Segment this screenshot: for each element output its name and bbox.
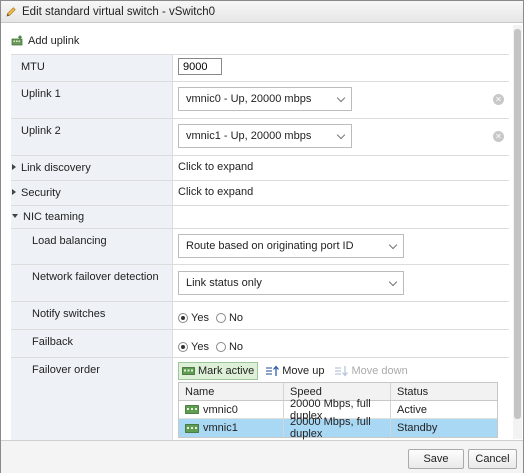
uplink1-row: Uplink 1 vmnic0 - Up, 20000 mbps ✕ <box>11 82 509 119</box>
link-discovery-row[interactable]: Link discovery Click to expand <box>11 156 509 181</box>
security-label: Security <box>21 187 61 199</box>
nic-teaming-row[interactable]: NIC teaming <box>11 206 509 229</box>
nic-icon <box>185 405 199 414</box>
uplink2-row: Uplink 2 vmnic1 - Up, 20000 mbps ✕ <box>11 119 509 156</box>
notify-switches-radio-group: Yes No <box>178 312 250 324</box>
nic-status: Standby <box>397 422 438 434</box>
scrollbar-thumb[interactable] <box>514 29 521 419</box>
security-row[interactable]: Security Click to expand <box>11 181 509 206</box>
chevron-down-icon <box>336 130 346 140</box>
mark-active-label: Mark active <box>198 365 255 377</box>
move-down-label: Move down <box>351 365 408 377</box>
load-balancing-value: Route based on originating port ID <box>186 240 354 252</box>
collapse-arrow-icon[interactable] <box>12 214 18 219</box>
link-discovery-label: Link discovery <box>21 162 91 174</box>
failover-order-label: Failover order <box>32 364 100 376</box>
expand-arrow-icon[interactable] <box>12 164 16 171</box>
failback-yes-label[interactable]: Yes <box>191 341 209 353</box>
uplink2-select[interactable]: vmnic1 - Up, 20000 mbps <box>178 124 352 148</box>
cancel-button[interactable]: Cancel <box>468 449 517 469</box>
failover-order-table: Name Speed Status vmnic0 20000 Mbps, ful… <box>178 382 498 440</box>
failover-detection-value: Link status only <box>186 277 262 289</box>
expand-arrow-icon[interactable] <box>12 189 16 196</box>
mark-active-button[interactable]: Mark active <box>178 362 259 380</box>
mark-active-icon <box>182 366 195 376</box>
dialog-body: Add uplink MTU Uplink 1 vmnic0 - Up, 200… <box>1 24 513 440</box>
failback-row: Failback Yes No <box>11 330 509 358</box>
chevron-down-icon <box>388 240 398 250</box>
move-up-button[interactable]: Move up <box>262 362 327 380</box>
mtu-input[interactable] <box>178 58 222 75</box>
chevron-down-icon <box>336 93 346 103</box>
edit-vswitch-dialog: Edit standard virtual switch - vSwitch0 … <box>0 0 524 473</box>
uplink1-value: vmnic0 - Up, 20000 mbps <box>186 93 312 105</box>
load-balancing-select[interactable]: Route based on originating port ID <box>178 234 404 258</box>
failover-detection-row: Network failover detection Link status o… <box>11 265 509 302</box>
failback-label: Failback <box>32 336 73 348</box>
failback-no-radio[interactable] <box>215 342 226 352</box>
table-row[interactable]: vmnic1 20000 Mbps, full duplex Standby <box>179 416 497 440</box>
failover-order-toolbar: Mark active Move up Move down <box>178 362 411 380</box>
mtu-label: MTU <box>21 61 45 73</box>
remove-uplink1-icon[interactable]: ✕ <box>493 94 504 105</box>
add-uplink-button[interactable]: Add uplink <box>11 34 79 48</box>
notify-switches-no-label[interactable]: No <box>229 312 243 324</box>
column-header-name[interactable]: Name <box>179 383 284 400</box>
nic-icon <box>185 423 199 433</box>
nic-name: vmnic1 <box>203 422 238 434</box>
column-header-status[interactable]: Status <box>391 383 497 400</box>
add-uplink-icon <box>11 35 24 47</box>
dialog-titlebar: Edit standard virtual switch - vSwitch0 <box>1 1 523 23</box>
move-up-icon <box>265 365 280 377</box>
failover-detection-select[interactable]: Link status only <box>178 271 404 295</box>
failback-yes-radio[interactable] <box>178 342 188 352</box>
load-balancing-label: Load balancing <box>32 235 107 247</box>
failback-no-label[interactable]: No <box>229 341 243 353</box>
uplink2-label: Uplink 2 <box>21 125 61 137</box>
failover-detection-label: Network failover detection <box>32 271 159 283</box>
uplink1-select[interactable]: vmnic0 - Up, 20000 mbps <box>178 87 352 111</box>
remove-uplink2-icon[interactable]: ✕ <box>493 131 504 142</box>
notify-switches-no-radio[interactable] <box>215 313 226 323</box>
uplink1-label: Uplink 1 <box>21 88 61 100</box>
nic-speed: 20000 Mbps, full duplex <box>284 416 391 440</box>
notify-switches-row: Notify switches Yes No <box>11 302 509 330</box>
pencil-icon <box>5 6 17 18</box>
link-discovery-expand[interactable]: Click to expand <box>178 161 253 173</box>
notify-switches-label: Notify switches <box>32 308 106 320</box>
security-expand[interactable]: Click to expand <box>178 186 253 198</box>
load-balancing-row: Load balancing Route based on originatin… <box>11 229 509 265</box>
notify-switches-yes-radio[interactable] <box>178 313 188 323</box>
failover-order-row: Failover order Mark active Move up Move … <box>11 358 509 440</box>
dialog-footer: Save Cancel <box>1 440 523 473</box>
failback-radio-group: Yes No <box>178 341 250 353</box>
mtu-row: MTU <box>11 54 509 82</box>
dialog-title: Edit standard virtual switch - vSwitch0 <box>22 5 216 18</box>
vertical-scrollbar[interactable] <box>513 25 522 439</box>
add-uplink-label: Add uplink <box>28 35 80 47</box>
save-button[interactable]: Save <box>408 449 464 469</box>
notify-switches-yes-label[interactable]: Yes <box>191 312 209 324</box>
nic-name: vmnic0 <box>203 403 238 416</box>
nic-status: Active <box>397 403 427 416</box>
move-down-icon <box>334 365 349 377</box>
move-up-label: Move up <box>282 365 325 377</box>
move-down-button[interactable]: Move down <box>331 362 410 380</box>
chevron-down-icon <box>388 277 398 287</box>
uplink2-value: vmnic1 - Up, 20000 mbps <box>186 130 312 142</box>
nic-teaming-label: NIC teaming <box>23 211 85 223</box>
